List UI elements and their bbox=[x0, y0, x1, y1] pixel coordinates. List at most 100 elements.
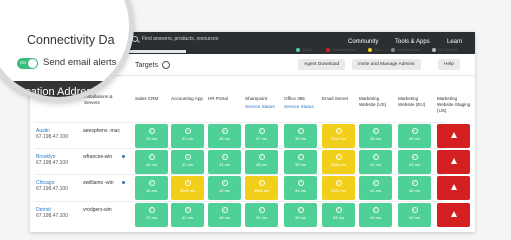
column-header: Sharepoint Service Status bbox=[245, 96, 281, 110]
location-cell: Brooklyn 67.198.47.100 bbox=[36, 154, 68, 166]
status-cell-good[interactable]: ✓ 38 ms bbox=[398, 176, 431, 200]
status-cell-good[interactable]: ✓ 33 ms bbox=[135, 124, 168, 148]
latency-value: 38 ms bbox=[409, 188, 420, 193]
check-icon: ✓ bbox=[372, 207, 379, 213]
help-button[interactable]: Help bbox=[438, 59, 460, 70]
location-ip: 67.198.47.100 bbox=[36, 134, 68, 140]
location-cell: Austin 67.198.47.100 bbox=[36, 128, 68, 140]
status-cell-good[interactable]: ✓ 38 ms bbox=[208, 124, 241, 148]
location-cell: Detroit 67.198.47.100 bbox=[36, 207, 68, 219]
service-status-link[interactable]: Service Status bbox=[245, 104, 281, 110]
toggle-state-label: On bbox=[20, 60, 27, 65]
status-cell-good[interactable]: ✓ 49 ms bbox=[398, 124, 431, 148]
row-divider bbox=[34, 148, 445, 149]
status-cell-down[interactable] bbox=[437, 176, 470, 200]
status-cell-good[interactable]: ✓ 42 ms bbox=[171, 203, 204, 227]
location-header: Location Address bbox=[13, 86, 98, 98]
status-cell-slow[interactable]: ✓ 3488 ms bbox=[322, 150, 355, 174]
warning-icon bbox=[450, 132, 457, 138]
agent-download-button[interactable]: Agent Download bbox=[298, 59, 346, 70]
status-cell-good[interactable]: ✓ 33 ms bbox=[245, 203, 278, 227]
latency-value: 48 ms bbox=[256, 162, 267, 167]
latency-value: 49 ms bbox=[409, 136, 420, 141]
nav-tools-apps[interactable]: Tools & Apps bbox=[395, 39, 430, 45]
nav-community[interactable]: Community bbox=[348, 39, 378, 45]
check-icon: ✓ bbox=[258, 154, 265, 160]
status-cell-good[interactable]: ✓ 41 ms bbox=[359, 150, 392, 174]
latency-value: 27 ms bbox=[256, 136, 267, 141]
column-header-label: Sales CRM bbox=[135, 96, 159, 101]
column-header-label: Sharepoint bbox=[245, 96, 268, 101]
latency-value: 48 ms bbox=[219, 215, 230, 220]
not-tested-dot-icon bbox=[432, 47, 436, 52]
status-cell-good[interactable]: ✓ 48 ms bbox=[245, 150, 278, 174]
status-cell-good[interactable]: ✓ 33 ms bbox=[135, 203, 168, 227]
check-icon: ✓ bbox=[335, 128, 342, 134]
status-cell-good[interactable]: ✓ 44 ms bbox=[284, 176, 317, 200]
status-cell-good[interactable]: ✓ 33 ms bbox=[322, 203, 355, 227]
slow-dot-icon bbox=[368, 47, 372, 52]
status-cell-good[interactable]: ✓ 33 ms bbox=[284, 150, 317, 174]
check-icon: ✓ bbox=[221, 128, 228, 134]
status-cell-good[interactable]: ✓ 27 ms bbox=[245, 124, 278, 148]
latency-value: 40 ms bbox=[370, 215, 381, 220]
page-title: Connectivity Da bbox=[27, 33, 115, 47]
latency-value: 33 ms bbox=[333, 215, 344, 220]
check-icon: ✓ bbox=[297, 128, 304, 134]
check-icon: ✓ bbox=[411, 154, 418, 160]
status-cell-good[interactable]: ✓ 43 ms bbox=[171, 124, 204, 148]
column-header: Office 365 Service Status bbox=[284, 96, 320, 110]
status-cell-slow[interactable]: ✓ 3969 ms bbox=[171, 176, 204, 200]
check-icon: ✓ bbox=[148, 128, 155, 134]
status-cell-good[interactable]: ✓ 42 ms bbox=[171, 150, 204, 174]
status-cell-good[interactable]: ✓ 49 ms bbox=[284, 203, 317, 227]
column-header: Marketing Website (EU) bbox=[398, 96, 434, 108]
status-cell-slow[interactable]: ✓ 3422 ms bbox=[322, 124, 355, 148]
status-cell-good[interactable]: ✓ 40 ms bbox=[359, 203, 392, 227]
check-icon: ✓ bbox=[148, 207, 155, 213]
agent-name: wfrances-win bbox=[83, 154, 113, 160]
check-icon: ✓ bbox=[184, 180, 191, 186]
row-divider bbox=[34, 122, 445, 123]
status-cell-good[interactable]: ✓ 48 ms bbox=[359, 124, 392, 148]
invite-admins-button[interactable]: Invite and Manage Admins bbox=[352, 59, 421, 70]
column-header-label: Marketing Website (US) bbox=[359, 96, 387, 107]
nav-learn[interactable]: Learn bbox=[447, 39, 462, 45]
status-cell-good[interactable]: ✓ 48 ms bbox=[208, 203, 241, 227]
latency-value: 44 ms bbox=[409, 162, 420, 167]
status-cell-down[interactable] bbox=[437, 150, 470, 174]
check-icon: ✓ bbox=[335, 180, 342, 186]
email-alerts-toggle[interactable]: On bbox=[17, 58, 38, 69]
status-cell-good[interactable]: ✓ 34 ms bbox=[208, 176, 241, 200]
status-cell-good[interactable]: ✓ 41 ms bbox=[359, 176, 392, 200]
column-header-label: Email Server bbox=[322, 96, 349, 101]
status-cell-good[interactable]: ✓ 33 ms bbox=[284, 124, 317, 148]
search-box[interactable]: Find answers, products, resources bbox=[132, 36, 218, 42]
status-cell-slow[interactable]: ✓ 3088 ms bbox=[245, 176, 278, 200]
status-cell-good[interactable]: ✓ 46 ms bbox=[135, 176, 168, 200]
status-cell-down[interactable] bbox=[437, 124, 470, 148]
check-icon: ✓ bbox=[335, 154, 342, 160]
check-icon: ✓ bbox=[372, 154, 379, 160]
status-cell-good[interactable]: ✓ 46 ms bbox=[135, 150, 168, 174]
latency-value: 3422 ms bbox=[330, 136, 347, 141]
legend-slow: Slow bbox=[368, 47, 383, 52]
column-header-label: HR Portal bbox=[208, 96, 228, 101]
row-divider bbox=[34, 174, 445, 175]
warning-icon bbox=[450, 211, 457, 217]
status-cell-slow[interactable]: ✓ 3422 ms bbox=[322, 176, 355, 200]
status-cell-down[interactable] bbox=[437, 203, 470, 227]
service-status-link[interactable]: Service Status bbox=[284, 104, 320, 110]
check-icon: ✓ bbox=[411, 180, 418, 186]
targets-label: Targets bbox=[135, 62, 158, 69]
check-icon: ✓ bbox=[372, 180, 379, 186]
gear-icon[interactable] bbox=[162, 61, 170, 69]
status-cell-good[interactable]: ✓ 44 ms bbox=[398, 150, 431, 174]
latency-value: 34 ms bbox=[219, 188, 230, 193]
check-icon: ✓ bbox=[221, 154, 228, 160]
column-header: Email Server bbox=[322, 96, 358, 102]
status-cell-good[interactable]: ✓ 42 ms bbox=[398, 203, 431, 227]
warning-icon bbox=[450, 158, 457, 164]
legend-disconnected: Disconnected bbox=[326, 47, 356, 52]
status-cell-good[interactable]: ✓ 31 ms bbox=[208, 150, 241, 174]
